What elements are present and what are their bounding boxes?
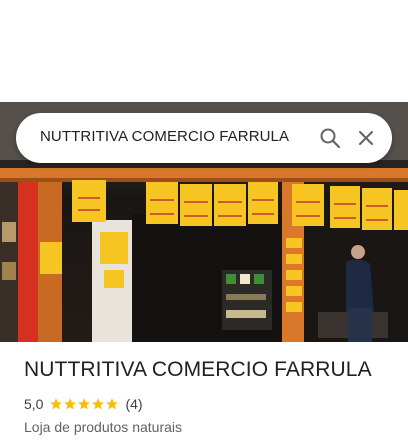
search-icon[interactable]: [318, 126, 342, 150]
star-icon: [78, 398, 91, 410]
star-rating: [49, 397, 119, 411]
review-count[interactable]: (4): [125, 396, 142, 412]
place-category: Loja de produtos naturais: [24, 419, 182, 435]
place-title[interactable]: NUTTRITIVA COMERCIO FARRULA: [24, 358, 394, 382]
search-bar[interactable]: NUTTRITIVA COMERCIO FARRULA: [16, 113, 392, 163]
star-icon: [50, 398, 63, 410]
close-icon[interactable]: [354, 126, 378, 150]
rating-row[interactable]: 5,0 (4): [24, 395, 394, 413]
star-icon: [106, 398, 119, 410]
rating-value: 5,0: [24, 396, 44, 412]
star-icon: [64, 398, 77, 410]
place-info-panel: NUTTRITIVA COMERCIO FARRULA 5,0 (4) Loja…: [24, 358, 394, 435]
star-icon: [92, 398, 105, 410]
map-top-area: [0, 0, 408, 102]
search-input[interactable]: NUTTRITIVA COMERCIO FARRULA: [40, 128, 289, 145]
